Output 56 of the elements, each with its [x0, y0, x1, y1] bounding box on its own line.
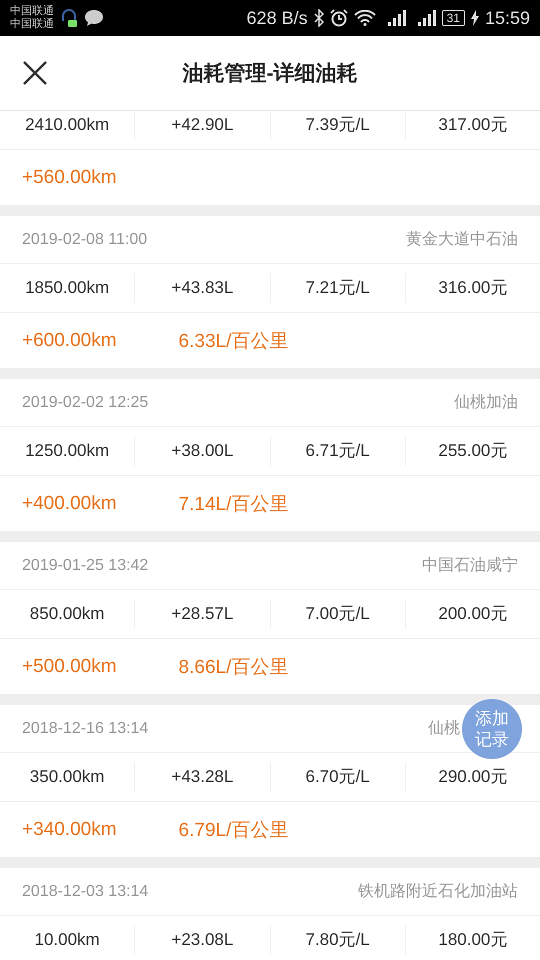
- fuel-consumption: 6.79L/百公里: [178, 818, 288, 842]
- distance-delta: +560.00km: [22, 166, 117, 188]
- record-date: 2018-12-16 13:14: [22, 720, 150, 738]
- fuel-consumption: 8.66L/百公里: [178, 656, 288, 680]
- table-cell: 180.00元: [404, 925, 540, 955]
- fuel-consumption: 6.33L/百公里: [178, 330, 288, 354]
- network-speed: 628 B/s: [246, 8, 308, 28]
- station-name: 仙桃加油: [454, 392, 518, 413]
- table-cell: 316.00元: [404, 273, 540, 303]
- clock: 15:59: [484, 8, 530, 28]
- record-date: 2019-02-02 12:25: [22, 394, 150, 412]
- wifi-icon: [354, 10, 376, 26]
- table-cell-text: 350.00km: [28, 766, 106, 788]
- table-cell: 7.21元/L: [270, 273, 405, 303]
- battery-level: 31: [442, 10, 465, 26]
- bluetooth-icon: [314, 9, 324, 27]
- table-cell-text: 1250.00km: [24, 440, 110, 462]
- table-cell: +38.00L: [134, 436, 270, 466]
- table-cell: +43.28L: [134, 762, 270, 792]
- table-cell: +42.90L: [134, 110, 270, 140]
- table-cell: +23.08L: [134, 925, 270, 955]
- record-date: 2019-01-25 13:42: [22, 556, 150, 574]
- record-date: 2019-02-08 11:00: [22, 230, 148, 248]
- table-cell-text: 10.00km: [34, 929, 101, 951]
- alarm-icon: [330, 9, 348, 27]
- table-cell-text: 2410.00km: [24, 114, 110, 136]
- table-cell: +28.57L: [134, 599, 270, 629]
- table-cell-text: 850.00km: [28, 603, 106, 625]
- table-cell: 255.00元: [404, 436, 540, 466]
- table-cell: 6.70元/L: [270, 762, 405, 792]
- station-name: 仙桃: [428, 719, 460, 739]
- distance-delta: +340.00km: [22, 818, 117, 840]
- table-cell: 6.71元/L: [270, 436, 405, 466]
- carrier-name: 中国联通: [10, 5, 54, 18]
- add-record-button[interactable]: 添加记录: [462, 698, 522, 758]
- distance-delta: +500.00km: [22, 656, 117, 678]
- close-icon[interactable]: [22, 60, 48, 86]
- charging-icon: [470, 10, 479, 26]
- table-cell: +43.83L: [134, 273, 270, 303]
- record-date: 2018-12-03 13:14: [22, 882, 150, 900]
- table-cell: 7.80元/L: [270, 925, 405, 955]
- station-name: 黄金大道中石油: [406, 230, 518, 250]
- station-name: 铁机路附近石化加油站: [358, 882, 518, 902]
- distance-delta: +600.00km: [22, 330, 117, 352]
- fuel-consumption: 7.14L/百公里: [178, 492, 288, 516]
- distance-delta: +400.00km: [22, 492, 117, 514]
- table-cell: 200.00元: [404, 599, 540, 629]
- table-cell: 7.39元/L: [270, 110, 405, 140]
- table-cell: 317.00元: [404, 110, 540, 140]
- table-cell-text: 1850.00km: [24, 277, 110, 299]
- page-title: 油耗管理-详细油耗: [181, 60, 358, 87]
- table-cell: 290.00元: [404, 762, 540, 792]
- chat-icon: [84, 9, 104, 27]
- carrier-name: 中国联通: [10, 18, 54, 31]
- table-cell: 7.00元/L: [270, 599, 405, 629]
- station-name: 中国石油咸宁: [422, 556, 518, 576]
